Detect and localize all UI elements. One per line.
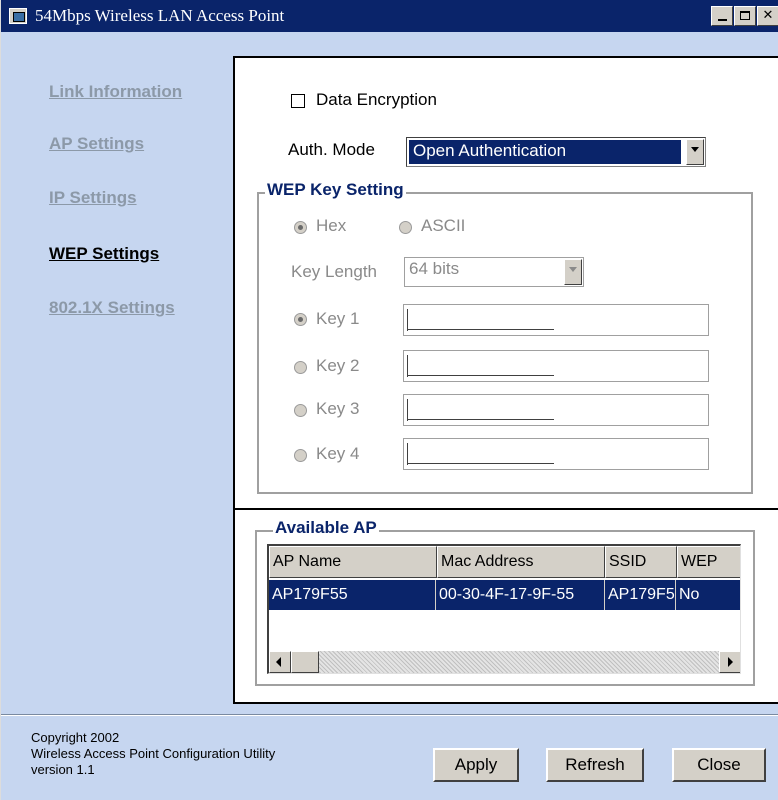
ap-name-cell: AP179F55 [272, 586, 348, 603]
auth-mode-value: Open Authentication [413, 141, 567, 160]
minimize-button[interactable] [711, 6, 733, 26]
hex-radio[interactable] [294, 221, 307, 234]
key3-label: Key 3 [316, 399, 360, 418]
table-row[interactable]: AP179F55 00-30-4F-17-9F-55 AP179F5 No [269, 580, 740, 610]
close-button[interactable]: Close [672, 748, 766, 782]
key1-label: Key 1 [316, 309, 360, 328]
data-encryption-label: Data Encryption [316, 90, 437, 109]
mac-address-cell: 00-30-4F-17-9F-55 [439, 586, 575, 603]
data-encryption-checkbox[interactable] [291, 94, 305, 108]
ssid-cell: AP179F5 [608, 586, 675, 603]
ascii-radio[interactable] [399, 221, 412, 234]
nav-wep-settings[interactable]: WEP Settings [49, 244, 159, 264]
key1-radio[interactable] [294, 313, 307, 326]
column-header-ap-name[interactable]: AP Name [269, 546, 437, 578]
wep-key-setting-title: WEP Key Setting [265, 180, 406, 200]
horizontal-scrollbar[interactable] [269, 651, 740, 673]
refresh-button[interactable]: Refresh [546, 748, 644, 782]
key4-radio[interactable] [294, 449, 307, 462]
column-header-ssid[interactable]: SSID [605, 546, 677, 578]
wep-cell: No [679, 586, 700, 603]
window-title: 54Mbps Wireless LAN Access Point [35, 6, 285, 25]
available-ap-list[interactable]: AP Name Mac Address SSID WEP AP179F55 00… [267, 544, 741, 674]
column-header-mac-address[interactable]: Mac Address [437, 546, 605, 578]
column-header-wep[interactable]: WEP [677, 546, 740, 578]
scroll-left-icon[interactable] [269, 651, 291, 673]
key2-label: Key 2 [316, 356, 360, 375]
key1-input[interactable] [403, 304, 709, 336]
ascii-label: ASCII [421, 216, 466, 235]
scroll-right-icon[interactable] [719, 651, 740, 673]
maximize-icon [740, 11, 750, 20]
key4-input[interactable] [403, 438, 709, 470]
key3-radio[interactable] [294, 404, 307, 417]
app-icon[interactable] [9, 8, 27, 24]
key2-input[interactable] [403, 350, 709, 382]
chevron-down-icon[interactable] [564, 259, 582, 285]
maximize-button[interactable] [734, 6, 756, 26]
nav-ap-settings[interactable]: AP Settings [49, 134, 144, 154]
key3-input[interactable] [403, 394, 709, 426]
key4-label: Key 4 [316, 444, 360, 463]
auth-mode-label: Auth. Mode [288, 140, 375, 159]
product-text: Wireless Access Point Configuration Util… [31, 746, 276, 761]
footer-divider [1, 714, 778, 716]
version-text: version 1.1 [31, 762, 95, 777]
key-length-select[interactable]: 64 bits [404, 257, 584, 287]
title-bar[interactable]: 54Mbps Wireless LAN Access Point ✕ [1, 0, 778, 32]
key-length-label: Key Length [291, 262, 378, 281]
close-window-button[interactable]: ✕ [757, 6, 778, 26]
minimize-icon [717, 19, 727, 21]
scrollbar-thumb[interactable] [291, 651, 319, 673]
available-ap-title: Available AP [273, 518, 379, 538]
nav-link-information[interactable]: Link Information [49, 82, 182, 102]
hex-label: Hex [316, 216, 347, 235]
key2-radio[interactable] [294, 361, 307, 374]
nav-ip-settings[interactable]: IP Settings [49, 188, 137, 208]
auth-mode-select[interactable]: Open Authentication [406, 137, 706, 167]
close-icon: ✕ [762, 8, 774, 23]
copyright-text: Copyright 2002 [31, 730, 120, 745]
app-window: 54Mbps Wireless LAN Access Point ✕ Link … [0, 0, 778, 800]
apply-button[interactable]: Apply [433, 748, 519, 782]
nav-8021x-settings[interactable]: 802.1X Settings [49, 298, 175, 318]
chevron-down-icon[interactable] [686, 139, 704, 165]
key-length-value: 64 bits [409, 259, 460, 278]
